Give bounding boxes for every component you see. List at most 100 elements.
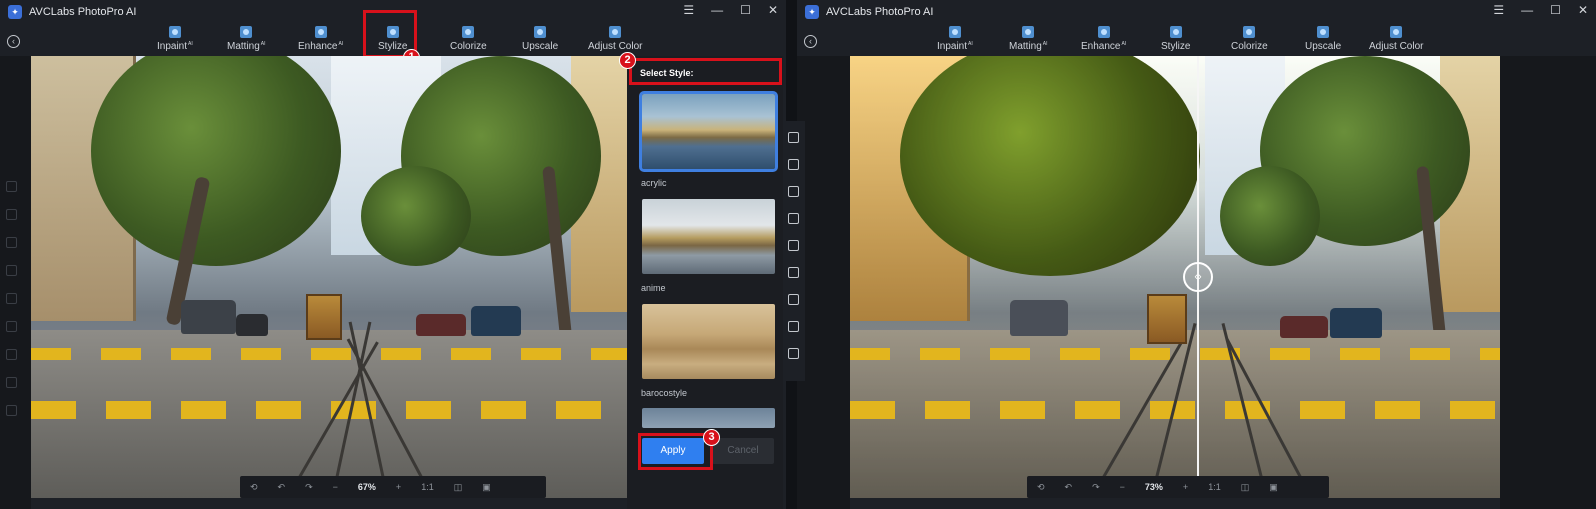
- history-icon[interactable]: [788, 348, 799, 359]
- rect-icon[interactable]: [6, 265, 17, 276]
- tool-upscale[interactable]: Upscale: [1305, 24, 1341, 54]
- actual-size-button[interactable]: 1:1: [1208, 482, 1221, 492]
- colorize-icon: [1243, 26, 1256, 38]
- select-icon[interactable]: [788, 186, 799, 197]
- magic-icon[interactable]: [6, 349, 17, 360]
- tool-label: Matting: [1009, 41, 1042, 52]
- app-logo-icon: ✦: [805, 5, 819, 19]
- save-icon[interactable]: ▣: [482, 482, 491, 493]
- step-2-badge: 2: [619, 52, 636, 69]
- inpaint-icon: [168, 26, 181, 38]
- tool-adjust-color[interactable]: Adjust Color: [588, 24, 642, 54]
- brush-icon[interactable]: [788, 159, 799, 170]
- colorize-icon: [462, 26, 475, 38]
- menu-icon[interactable]: ☰: [683, 3, 694, 17]
- car: [1330, 308, 1382, 338]
- circle-icon[interactable]: [788, 240, 799, 251]
- tool-upscale[interactable]: Upscale: [522, 24, 558, 54]
- rotate-icon[interactable]: ⟲: [1037, 482, 1045, 493]
- circle-icon[interactable]: [6, 293, 17, 304]
- pen-icon[interactable]: [6, 209, 17, 220]
- redo-icon[interactable]: ↷: [305, 482, 313, 493]
- close-icon[interactable]: ✕: [768, 3, 778, 17]
- select-icon[interactable]: [6, 237, 17, 248]
- tool-label: Inpaint: [937, 41, 968, 52]
- tool-enhance[interactable]: EnhanceAI: [1081, 24, 1126, 54]
- ai-badge: AI: [260, 41, 266, 47]
- undo-icon[interactable]: ↶: [1065, 482, 1073, 493]
- layers-icon[interactable]: [6, 377, 17, 388]
- crosswalk-near: [31, 401, 627, 419]
- style-thumb-next[interactable]: [642, 408, 775, 428]
- tool-inpaint[interactable]: InpaintAI: [157, 24, 193, 54]
- tool-colorize[interactable]: Colorize: [1231, 24, 1268, 54]
- car: [471, 306, 521, 336]
- layers-icon[interactable]: [788, 294, 799, 305]
- maximize-icon[interactable]: ☐: [740, 3, 751, 17]
- tool-adjust-color[interactable]: Adjust Color: [1369, 24, 1423, 54]
- lasso-icon[interactable]: [6, 321, 17, 332]
- minimize-icon[interactable]: —: [1521, 3, 1533, 17]
- compare-canvas[interactable]: ‹›: [850, 56, 1500, 498]
- left-tool-icons: [6, 181, 20, 433]
- step-3-badge: 3: [703, 429, 720, 446]
- matting-icon: [1022, 26, 1035, 38]
- zoom-in-button[interactable]: +: [1183, 482, 1188, 492]
- window-controls: ☰ — ☐ ✕: [1493, 3, 1588, 17]
- compare-icon[interactable]: ◫: [1241, 482, 1250, 493]
- edit-tool-strip: [783, 121, 805, 381]
- tool-label: Enhance: [1081, 41, 1121, 52]
- save-icon[interactable]: ▣: [1269, 482, 1278, 493]
- close-icon[interactable]: ✕: [1578, 3, 1588, 17]
- menu-icon[interactable]: ☰: [1493, 3, 1504, 17]
- select-style-highlight-box: [629, 58, 782, 85]
- zoom-out-button[interactable]: −: [333, 482, 338, 492]
- actual-size-button[interactable]: 1:1: [421, 482, 434, 492]
- tool-inpaint[interactable]: InpaintAI: [937, 24, 973, 54]
- car: [181, 300, 236, 334]
- tool-colorize[interactable]: Colorize: [450, 24, 487, 54]
- ai-badge: AI: [338, 41, 344, 47]
- ai-badge: AI: [1042, 41, 1048, 47]
- rect-icon[interactable]: [788, 213, 799, 224]
- tool-label: Stylize: [1161, 41, 1191, 52]
- adjust-icon[interactable]: [788, 132, 799, 143]
- inpaint-icon: [948, 26, 961, 38]
- tool-matting[interactable]: MattingAI: [1009, 24, 1048, 54]
- right-zoom-bar: ⟲ ↶ ↷ − 73% + 1:1 ◫ ▣: [1027, 476, 1329, 498]
- maximize-icon[interactable]: ☐: [1550, 3, 1561, 17]
- style-label: anime: [641, 283, 666, 293]
- tool-matting[interactable]: MattingAI: [227, 24, 266, 54]
- window-controls: ☰ — ☐ ✕: [683, 3, 778, 17]
- upscale-icon: [534, 26, 547, 38]
- image-canvas[interactable]: [31, 56, 627, 498]
- zoom-in-button[interactable]: +: [396, 482, 401, 492]
- left-app-window: ✦ AVCLabs PhotoPro AI ☰ — ☐ ✕ ‹ InpaintA…: [0, 0, 786, 509]
- rotate-icon[interactable]: ⟲: [250, 482, 258, 493]
- style-thumb-barocostyle[interactable]: [642, 304, 775, 379]
- mask-icon[interactable]: [788, 321, 799, 332]
- tool-label: Adjust Color: [1369, 41, 1424, 52]
- car: [1280, 316, 1328, 338]
- tool-label: Upscale: [522, 41, 559, 52]
- tool-stylize[interactable]: Stylize: [1161, 24, 1190, 54]
- style-thumb-acrylic[interactable]: [639, 91, 778, 172]
- cancel-button[interactable]: Cancel: [712, 438, 774, 464]
- tool-enhance[interactable]: EnhanceAI: [298, 24, 343, 54]
- car: [1010, 300, 1068, 336]
- tool-label: Adjust Color: [588, 41, 643, 52]
- zoom-out-button[interactable]: −: [1120, 482, 1125, 492]
- app-logo-icon: ✦: [8, 5, 22, 19]
- brush-icon[interactable]: [6, 181, 17, 192]
- zoom-value: 73%: [1144, 482, 1163, 492]
- minimize-icon[interactable]: —: [711, 3, 723, 17]
- compare-icon[interactable]: ◫: [454, 482, 463, 493]
- tool-label: Matting: [227, 41, 260, 52]
- redo-icon[interactable]: ↷: [1092, 482, 1100, 493]
- history-icon[interactable]: [6, 405, 17, 416]
- lasso-icon[interactable]: [788, 267, 799, 278]
- style-thumb-anime[interactable]: [642, 199, 775, 274]
- compare-handle[interactable]: ‹›: [1183, 262, 1213, 292]
- right-app-window: ✦ AVCLabs PhotoPro AI ☰ — ☐ ✕ ‹ InpaintA…: [797, 0, 1596, 509]
- undo-icon[interactable]: ↶: [278, 482, 286, 493]
